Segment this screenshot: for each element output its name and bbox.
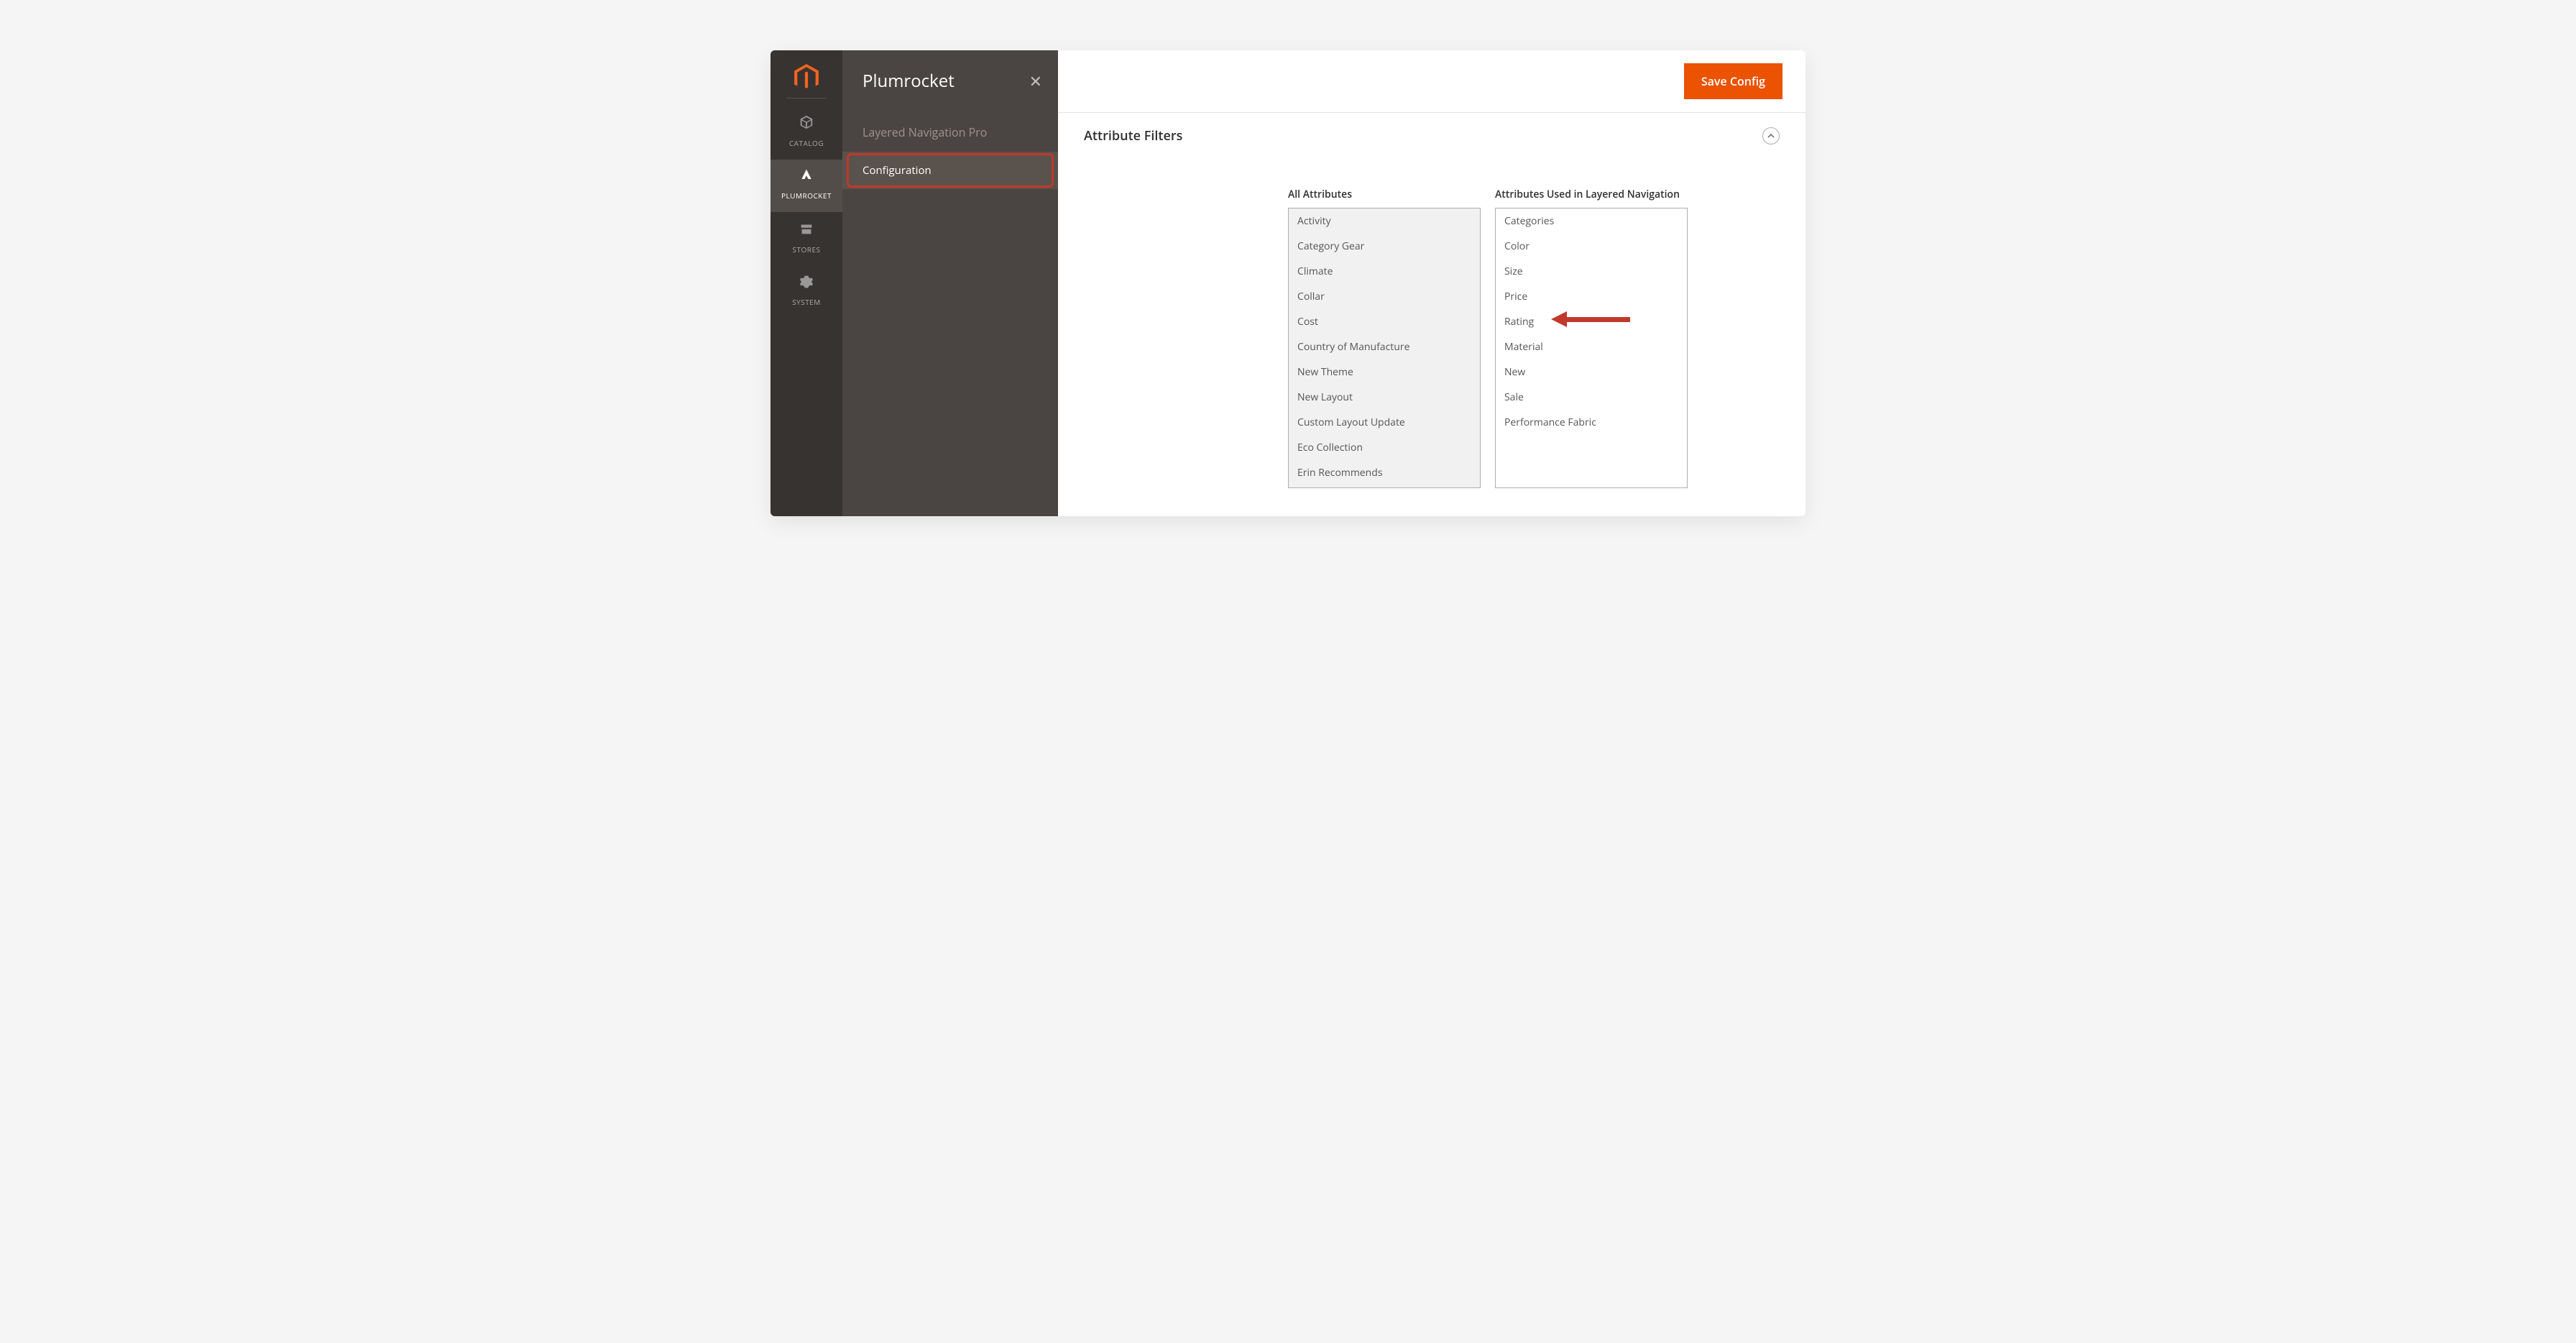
nav-label-stores: STORES xyxy=(793,244,821,255)
all-attributes-column: All Attributes Activity Category Gear Cl… xyxy=(1288,173,1481,488)
nav-label-system: SYSTEM xyxy=(792,297,821,307)
list-item[interactable]: New Layout xyxy=(1289,385,1480,410)
chevron-up-icon xyxy=(1767,130,1775,142)
nav-item-system[interactable]: SYSTEM xyxy=(770,266,842,318)
list-item[interactable]: Eco Collection xyxy=(1289,435,1480,460)
gear-icon xyxy=(770,275,842,291)
list-item[interactable]: Categories xyxy=(1496,208,1687,234)
admin-window: CATALOG PLUMROCKET STORES SYSTEM Plumroc… xyxy=(770,50,1806,516)
flyout-item-configuration[interactable]: Configuration xyxy=(842,152,1058,189)
list-item[interactable]: Performance Fabric xyxy=(1496,410,1687,435)
list-item[interactable]: Material xyxy=(1496,334,1687,359)
save-config-button[interactable]: Save Config xyxy=(1684,63,1782,99)
section-header: Attribute Filters xyxy=(1084,127,1780,145)
list-item[interactable]: Climate xyxy=(1289,259,1480,284)
section-title: Attribute Filters xyxy=(1084,127,1182,145)
flyout-subheading[interactable]: Layered Navigation Pro xyxy=(842,113,1058,152)
nav-label-plumrocket: PLUMROCKET xyxy=(781,191,832,201)
used-attributes-listbox[interactable]: Categories Color Size Price Rating Mater… xyxy=(1495,208,1688,488)
magento-logo[interactable] xyxy=(794,65,819,91)
all-attributes-label: All Attributes xyxy=(1288,173,1481,202)
plumrocket-icon xyxy=(770,168,842,185)
list-item[interactable]: New xyxy=(1496,359,1687,385)
collapse-toggle[interactable] xyxy=(1762,127,1780,145)
used-attributes-label: Attributes Used in Layered Navigation xyxy=(1495,173,1688,202)
list-item[interactable]: Custom Layout Update xyxy=(1289,410,1480,435)
nav-item-catalog[interactable]: CATALOG xyxy=(770,106,842,160)
list-item[interactable]: Activity xyxy=(1289,208,1480,234)
list-item[interactable]: Rating xyxy=(1496,309,1687,334)
list-item[interactable]: Cost xyxy=(1289,309,1480,334)
close-icon[interactable]: ✕ xyxy=(1029,70,1042,92)
nav-item-plumrocket[interactable]: PLUMROCKET xyxy=(770,160,842,212)
main-content: Save Config Attribute Filters All Attrib… xyxy=(1058,50,1806,516)
content-body: Attribute Filters All Attributes Activit… xyxy=(1058,113,1806,516)
nav-label-catalog: CATALOG xyxy=(789,138,824,148)
all-attributes-listbox[interactable]: Activity Category Gear Climate Collar Co… xyxy=(1288,208,1481,488)
attribute-columns: All Attributes Activity Category Gear Cl… xyxy=(1288,173,1780,488)
list-item[interactable]: New Theme xyxy=(1289,359,1480,385)
page-header: Save Config xyxy=(1058,50,1806,113)
list-item[interactable]: Price xyxy=(1496,284,1687,309)
used-attributes-column: Attributes Used in Layered Navigation Ca… xyxy=(1495,173,1688,488)
list-item[interactable]: Color xyxy=(1496,234,1687,259)
box-icon xyxy=(770,114,842,132)
nav-item-stores[interactable]: STORES xyxy=(770,212,842,266)
flyout-title: Plumrocket xyxy=(842,69,1058,113)
list-item[interactable]: Size xyxy=(1496,259,1687,284)
list-item[interactable]: Features xyxy=(1289,485,1480,488)
flyout-panel: Plumrocket ✕ Layered Navigation Pro Conf… xyxy=(842,50,1058,516)
list-item[interactable]: Collar xyxy=(1289,284,1480,309)
list-item[interactable]: Sale xyxy=(1496,385,1687,410)
list-item[interactable]: Country of Manufacture xyxy=(1289,334,1480,359)
admin-nav-rail: CATALOG PLUMROCKET STORES SYSTEM xyxy=(770,50,842,516)
stores-icon xyxy=(770,221,842,239)
list-item[interactable]: Erin Recommends xyxy=(1289,460,1480,485)
list-item[interactable]: Category Gear xyxy=(1289,234,1480,259)
